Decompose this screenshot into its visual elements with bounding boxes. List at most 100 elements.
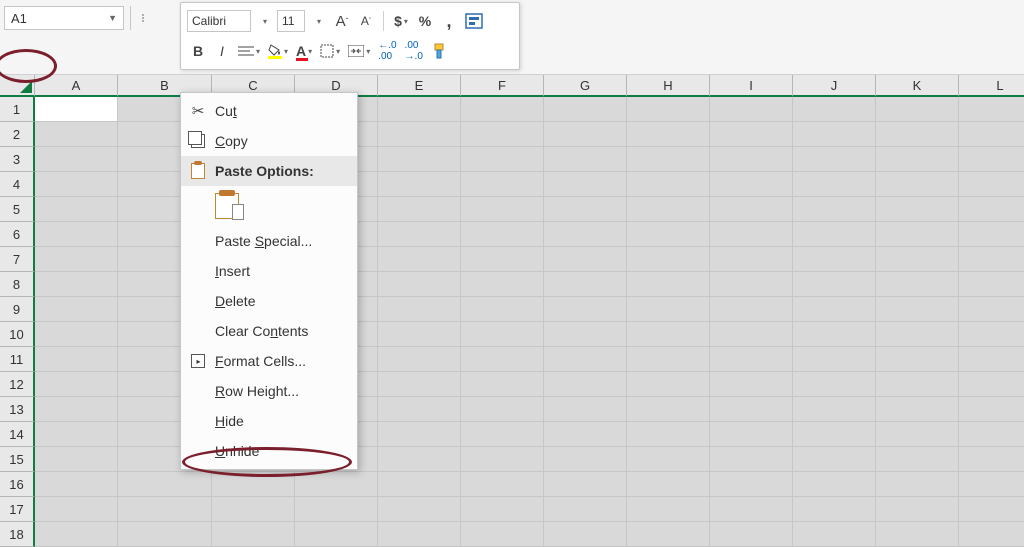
cell[interactable] <box>35 497 118 522</box>
cell[interactable] <box>461 472 544 497</box>
col-header-A[interactable]: A <box>35 75 118 97</box>
cell[interactable] <box>461 322 544 347</box>
cell[interactable] <box>959 372 1024 397</box>
italic-button[interactable]: I <box>211 39 233 63</box>
col-header-I[interactable]: I <box>710 75 793 97</box>
cell[interactable] <box>710 147 793 172</box>
cell[interactable] <box>461 272 544 297</box>
context-hide[interactable]: Hide <box>181 406 357 436</box>
cell[interactable] <box>461 397 544 422</box>
cell[interactable] <box>627 147 710 172</box>
cell[interactable] <box>710 272 793 297</box>
cell[interactable] <box>793 197 876 222</box>
cell[interactable] <box>378 497 461 522</box>
col-header-F[interactable]: F <box>461 75 544 97</box>
cell[interactable] <box>378 297 461 322</box>
cell[interactable] <box>461 447 544 472</box>
cell[interactable] <box>959 122 1024 147</box>
cell[interactable] <box>876 197 959 222</box>
cell[interactable] <box>627 172 710 197</box>
cell[interactable] <box>710 422 793 447</box>
increase-decimal-button[interactable]: ←.0.00 <box>375 39 399 63</box>
context-clear-contents[interactable]: Clear Contents <box>181 316 357 346</box>
cell[interactable] <box>378 347 461 372</box>
cell[interactable] <box>710 472 793 497</box>
cell[interactable] <box>544 247 627 272</box>
cell[interactable] <box>461 372 544 397</box>
cell[interactable] <box>627 422 710 447</box>
cell[interactable] <box>35 322 118 347</box>
cell[interactable] <box>959 347 1024 372</box>
row-header-5[interactable]: 5 <box>0 197 35 222</box>
row-header-3[interactable]: 3 <box>0 147 35 172</box>
cell[interactable] <box>212 472 295 497</box>
cell[interactable] <box>710 97 793 122</box>
cell[interactable] <box>378 172 461 197</box>
cell[interactable] <box>544 197 627 222</box>
cell[interactable] <box>118 522 212 547</box>
context-unhide[interactable]: Unhide <box>181 436 357 466</box>
cell[interactable] <box>876 172 959 197</box>
cell[interactable] <box>876 347 959 372</box>
cell[interactable] <box>627 247 710 272</box>
cell[interactable] <box>295 522 378 547</box>
cell[interactable] <box>461 347 544 372</box>
cell[interactable] <box>544 447 627 472</box>
cell[interactable] <box>959 397 1024 422</box>
row-header-15[interactable]: 15 <box>0 447 35 472</box>
context-row-height[interactable]: Row Height... <box>181 376 357 406</box>
cell[interactable] <box>959 247 1024 272</box>
row-header-10[interactable]: 10 <box>0 322 35 347</box>
name-box[interactable]: A1 ▼ <box>4 6 124 30</box>
cell[interactable] <box>710 372 793 397</box>
cell[interactable] <box>627 197 710 222</box>
cell[interactable] <box>627 372 710 397</box>
cell[interactable] <box>959 422 1024 447</box>
cell[interactable] <box>627 222 710 247</box>
cell[interactable] <box>544 147 627 172</box>
merge-center-button[interactable]: ▾ <box>345 39 373 63</box>
cell[interactable] <box>461 122 544 147</box>
cell[interactable] <box>793 372 876 397</box>
cell[interactable] <box>378 97 461 122</box>
cell[interactable] <box>212 497 295 522</box>
col-header-K[interactable]: K <box>876 75 959 97</box>
cell[interactable] <box>35 272 118 297</box>
cell[interactable] <box>959 147 1024 172</box>
cell[interactable] <box>627 122 710 147</box>
cell[interactable] <box>710 222 793 247</box>
cell[interactable] <box>793 322 876 347</box>
cell[interactable] <box>876 397 959 422</box>
cell[interactable] <box>544 122 627 147</box>
row-header-4[interactable]: 4 <box>0 172 35 197</box>
decrease-font-button[interactable]: Aˇ <box>355 9 377 33</box>
cell[interactable] <box>35 397 118 422</box>
cell[interactable] <box>35 422 118 447</box>
row-header-16[interactable]: 16 <box>0 472 35 497</box>
col-header-L[interactable]: L <box>959 75 1024 97</box>
cell[interactable] <box>461 497 544 522</box>
cell[interactable] <box>461 197 544 222</box>
cell[interactable] <box>710 297 793 322</box>
cell[interactable] <box>35 247 118 272</box>
cell[interactable] <box>35 222 118 247</box>
cell[interactable] <box>876 497 959 522</box>
cell[interactable] <box>959 447 1024 472</box>
cell[interactable] <box>118 472 212 497</box>
cell[interactable] <box>544 497 627 522</box>
cell[interactable] <box>544 97 627 122</box>
cell[interactable] <box>35 347 118 372</box>
cell[interactable] <box>118 497 212 522</box>
cell[interactable] <box>710 447 793 472</box>
cell[interactable] <box>710 347 793 372</box>
cell[interactable] <box>378 272 461 297</box>
font-name-input[interactable]: Calibri <box>187 10 251 32</box>
cell[interactable] <box>544 522 627 547</box>
cell[interactable] <box>378 122 461 147</box>
cell[interactable] <box>461 172 544 197</box>
cell[interactable] <box>876 272 959 297</box>
cell[interactable] <box>35 97 118 122</box>
cell[interactable] <box>959 472 1024 497</box>
cell[interactable] <box>876 222 959 247</box>
cell[interactable] <box>793 497 876 522</box>
